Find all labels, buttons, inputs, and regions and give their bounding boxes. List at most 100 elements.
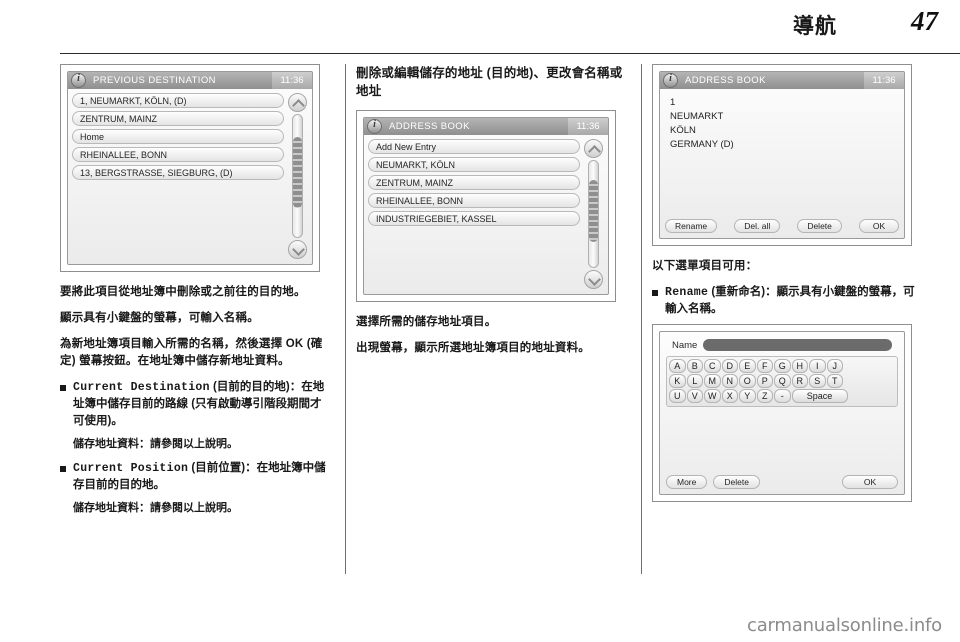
menu-term-translation: (重新命名) xyxy=(711,286,766,298)
detail-line: 1 xyxy=(670,97,676,108)
sub-note: 儲存地址資料：請參閱以上說明。 xyxy=(73,438,238,450)
keyboard-button-row: More Delete OK xyxy=(666,475,898,489)
scrollbar-track[interactable] xyxy=(588,160,599,268)
watermark: carmanualsonline.info xyxy=(747,615,942,636)
detail-line: KÖLN xyxy=(670,125,696,136)
info-icon xyxy=(71,73,86,88)
list-item: Rename (重新命名)：顯示具有小鍵盤的螢幕，可輸入名稱。 xyxy=(652,284,922,318)
chevron-up-icon[interactable] xyxy=(584,139,603,158)
list-item[interactable]: RHEINALLEE, BONN xyxy=(368,193,580,208)
key-m[interactable]: M xyxy=(704,374,721,388)
page-title: 導航 xyxy=(793,15,837,38)
nav-list: Add New Entry NEUMARKT, KÖLN ZENTRUM, MA… xyxy=(368,139,580,229)
list-item[interactable]: ZENTRUM, MAINZ xyxy=(368,175,580,190)
name-label: Name xyxy=(672,339,698,351)
list-item[interactable]: Home xyxy=(72,129,284,144)
scrollbar[interactable] xyxy=(288,93,307,259)
key-u[interactable]: U xyxy=(669,389,686,403)
key-d[interactable]: D xyxy=(721,359,738,373)
key-z[interactable]: Z xyxy=(756,389,773,403)
scrollbar[interactable] xyxy=(584,139,603,289)
paragraph: 要將此項目從地址簿中刪除或之前往的目的地。 xyxy=(60,286,306,298)
key-r[interactable]: R xyxy=(791,374,808,388)
paragraph: 選擇所需的儲存地址項目。 xyxy=(356,316,497,328)
nav-list: 1, NEUMARKT, KÖLN, (D) ZENTRUM, MAINZ Ho… xyxy=(72,93,284,183)
screenshot-address-book-list: ADDRESS BOOK 11:36 Add New Entry NEUMARK… xyxy=(356,110,616,302)
key-t[interactable]: T xyxy=(826,374,843,388)
name-input[interactable] xyxy=(703,339,892,351)
key-y[interactable]: Y xyxy=(739,389,756,403)
list-item[interactable]: INDUSTRIEGEBIET, KASSEL xyxy=(368,211,580,226)
paragraph: 出現螢幕，顯示所選地址簿項目的地址資料。 xyxy=(356,342,590,354)
detail-button-row: Rename Del. all Delete OK xyxy=(665,219,899,233)
paragraph: 以下選單項目可用： xyxy=(652,260,758,272)
column-right: ADDRESS BOOK 11:36 1 NEUMARKT KÖLN GERMA… xyxy=(652,64,922,514)
chevron-down-icon[interactable] xyxy=(288,240,307,259)
key-w[interactable]: W xyxy=(704,389,721,403)
header-rule xyxy=(60,53,960,54)
column-middle: 刪除或編輯儲存的地址 (目的地)、更改會名稱或地址 ADDRESS BOOK 1… xyxy=(356,64,626,366)
page-number: 47 xyxy=(911,6,938,36)
column-divider xyxy=(641,64,642,574)
key-j[interactable]: J xyxy=(826,359,843,373)
list-item[interactable]: RHEINALLEE, BONN xyxy=(72,147,284,162)
list-item[interactable]: ZENTRUM, MAINZ xyxy=(72,111,284,126)
key-v[interactable]: V xyxy=(686,389,703,403)
key-e[interactable]: E xyxy=(739,359,756,373)
more-button[interactable]: More xyxy=(666,475,708,489)
scrollbar-track[interactable] xyxy=(292,114,303,238)
key-o[interactable]: O xyxy=(739,374,756,388)
scrollbar-thumb[interactable] xyxy=(293,136,302,208)
content-columns: PREVIOUS DESTINATION 11:36 1, NEUMARKT, … xyxy=(0,64,960,594)
sub-note: 儲存地址資料：請參閱以上說明。 xyxy=(73,502,238,514)
ok-button[interactable]: OK xyxy=(858,219,899,233)
key-hyphen[interactable]: - xyxy=(774,389,791,403)
list-item[interactable]: NEUMARKT, KÖLN xyxy=(368,157,580,172)
ok-button[interactable]: OK xyxy=(842,475,898,489)
key-c[interactable]: C xyxy=(704,359,721,373)
key-a[interactable]: A xyxy=(669,359,686,373)
key-p[interactable]: P xyxy=(756,374,773,388)
key-l[interactable]: L xyxy=(686,374,703,388)
list-item: Current Destination (目前的目的地)：在地址簿中儲存目前的路… xyxy=(60,379,330,430)
delete-button[interactable]: Delete xyxy=(713,475,760,489)
key-s[interactable]: S xyxy=(809,374,826,388)
list-item[interactable]: Add New Entry xyxy=(368,139,580,154)
screenshot-previous-destination: PREVIOUS DESTINATION 11:36 1, NEUMARKT, … xyxy=(60,64,320,272)
keyboard-row-2: K L M N O P Q R S T xyxy=(669,374,895,388)
key-f[interactable]: F xyxy=(756,359,773,373)
key-q[interactable]: Q xyxy=(774,374,791,388)
delete-all-button[interactable]: Del. all xyxy=(734,219,781,233)
detail-line: NEUMARKT xyxy=(670,111,724,122)
key-i[interactable]: I xyxy=(809,359,826,373)
keyboard-row-1: A B C D E F G H I J xyxy=(669,359,895,373)
rename-button[interactable]: Rename xyxy=(665,219,718,233)
key-space[interactable]: Space xyxy=(791,389,848,403)
screenshot-address-book-detail: ADDRESS BOOK 11:36 1 NEUMARKT KÖLN GERMA… xyxy=(652,64,912,246)
key-k[interactable]: K xyxy=(669,374,686,388)
list-item[interactable]: 13, BERGSTRASSE, SIEGBURG, (D) xyxy=(72,165,284,180)
key-n[interactable]: N xyxy=(721,374,738,388)
section-heading: 刪除或編輯儲存的地址 (目的地)、更改會名稱或地址 xyxy=(356,66,623,98)
list-item[interactable]: 1, NEUMARKT, KÖLN, (D) xyxy=(72,93,284,108)
list-item: Current Position (目前位置)：在地址簿中儲存目前的目的地。 xyxy=(60,460,330,494)
column-left: PREVIOUS DESTINATION 11:36 1, NEUMARKT, … xyxy=(60,64,330,524)
nav-clock: 11:36 xyxy=(568,118,608,135)
key-x[interactable]: X xyxy=(721,389,738,403)
delete-button[interactable]: Delete xyxy=(797,219,842,233)
nav-titlebar: PREVIOUS DESTINATION 11:36 xyxy=(68,72,312,89)
menu-term: Current Position xyxy=(73,462,189,475)
keyboard-row-3: U V W X Y Z - Space xyxy=(669,389,895,403)
key-h[interactable]: H xyxy=(791,359,808,373)
key-b[interactable]: B xyxy=(686,359,703,373)
key-g[interactable]: G xyxy=(774,359,791,373)
menu-term: Current Destination xyxy=(73,381,210,394)
chevron-up-icon[interactable] xyxy=(288,93,307,112)
nav-clock: 11:36 xyxy=(272,72,312,89)
menu-term-translation: (目前的目的地) xyxy=(213,381,290,393)
scrollbar-thumb[interactable] xyxy=(589,180,598,242)
detail-line: GERMANY (D) xyxy=(670,139,734,150)
nav-title-text: ADDRESS BOOK xyxy=(685,75,766,86)
info-icon xyxy=(367,119,382,134)
chevron-down-icon[interactable] xyxy=(584,270,603,289)
